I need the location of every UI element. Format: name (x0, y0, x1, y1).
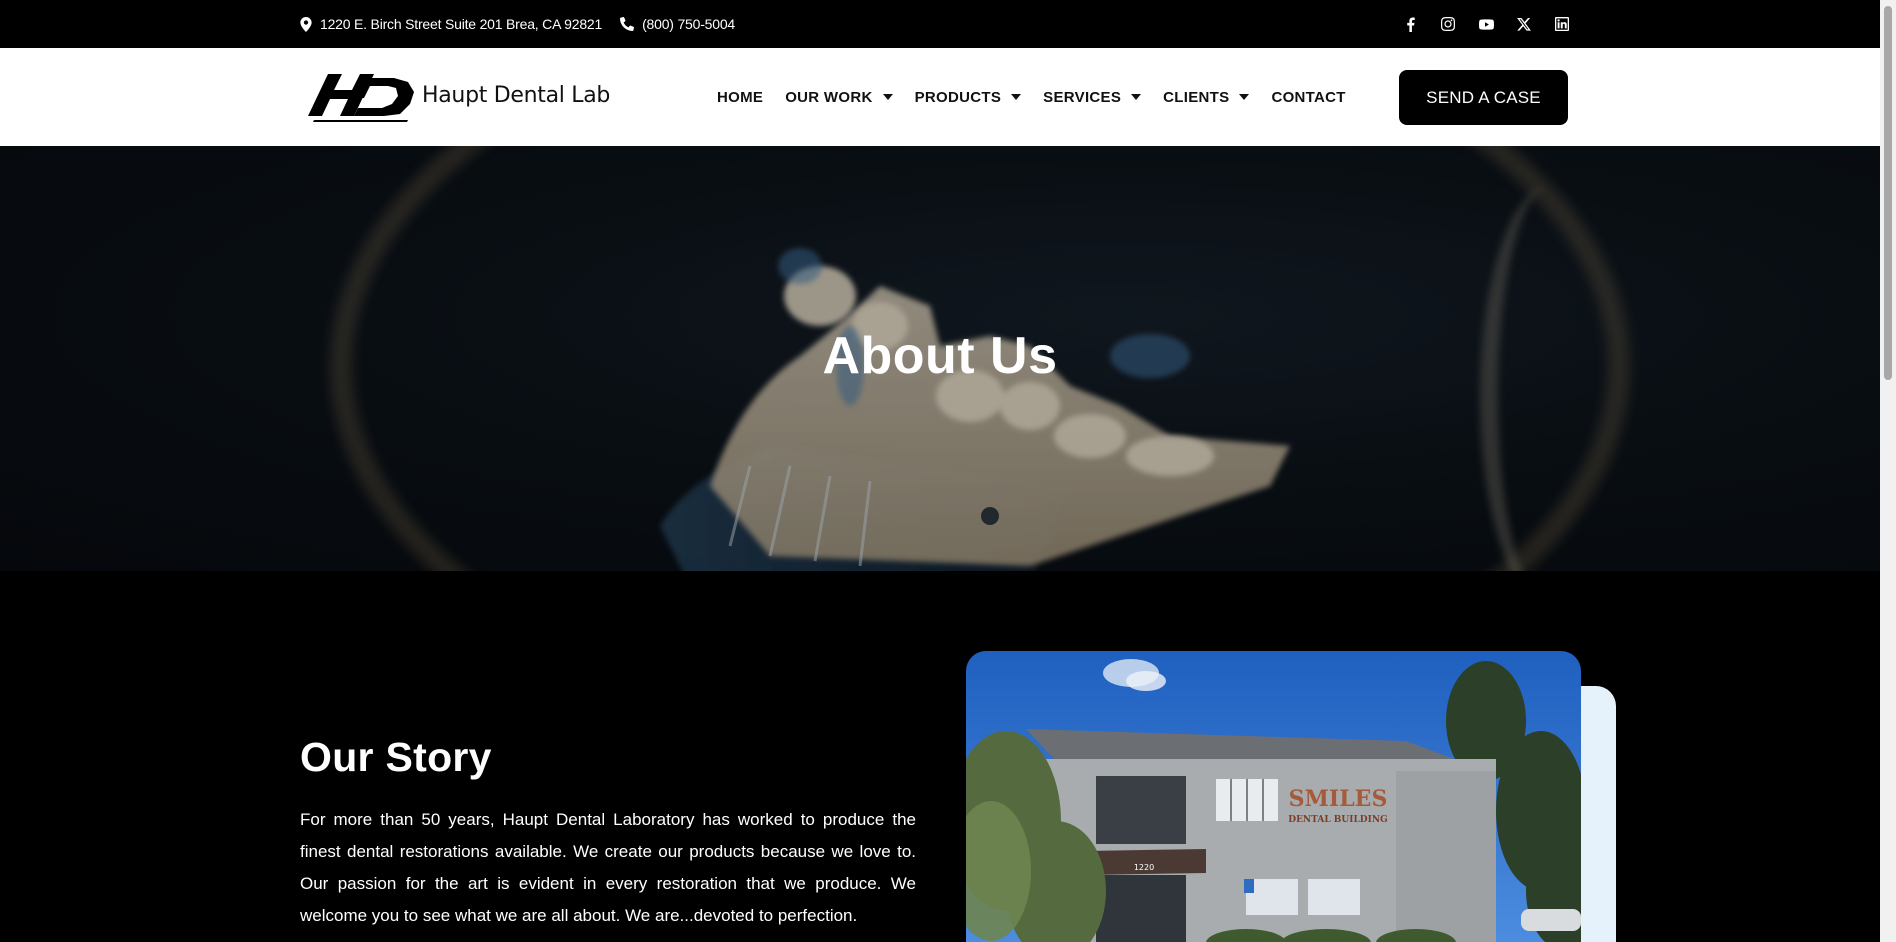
nav-item-contact[interactable]: CONTACT (1271, 89, 1345, 106)
address-link[interactable]: 1220 E. Birch Street Suite 201 Brea, CA … (300, 16, 602, 32)
our-story-section: Our Story For more than 50 years, Haupt … (0, 571, 1880, 942)
caret-down-icon (882, 94, 893, 100)
caret-down-icon (1131, 94, 1142, 100)
building-image: SMILES DENTAL BUILDING 1220 (966, 651, 1581, 942)
building-number: 1220 (1134, 863, 1154, 872)
map-pin-icon (300, 16, 312, 32)
x-icon[interactable] (1516, 16, 1532, 32)
hero-banner: About Us (0, 146, 1880, 571)
caret-down-icon (1011, 94, 1022, 100)
logo-text: Haupt Dental Lab (422, 82, 611, 108)
phone-text: (800) 750-5004 (642, 16, 736, 32)
linkedin-icon[interactable] (1554, 16, 1570, 32)
instagram-icon[interactable] (1440, 16, 1456, 32)
site-header: Haupt Dental Lab HOME OUR WORK PRODUCTS … (0, 48, 1880, 146)
top-bar: 1220 E. Birch Street Suite 201 Brea, CA … (0, 0, 1880, 48)
social-links (1402, 0, 1570, 48)
nav-label: OUR WORK (785, 88, 873, 106)
phone-link[interactable]: (800) 750-5004 (620, 16, 735, 32)
nav-label: CONTACT (1271, 88, 1346, 106)
site-logo[interactable]: Haupt Dental Lab (308, 68, 610, 122)
nav-label: SERVICES (1043, 88, 1122, 106)
nav-label: HOME (717, 88, 764, 106)
send-a-case-button[interactable]: SEND A CASE (1399, 70, 1568, 125)
story-body: For more than 50 years, Haupt Dental Lab… (300, 810, 916, 925)
nav-label: PRODUCTS (914, 88, 1002, 106)
nav-item-products[interactable]: PRODUCTS (915, 89, 1022, 106)
nav-item-home[interactable]: HOME (717, 89, 763, 106)
nav-item-services[interactable]: SERVICES (1043, 88, 1142, 106)
building-sign-sub: DENTAL BUILDING (1288, 815, 1387, 825)
youtube-icon[interactable] (1478, 16, 1494, 32)
nav-item-our-work[interactable]: OUR WORK (785, 88, 893, 106)
nav-item-clients[interactable]: CLIENTS (1163, 88, 1250, 106)
phone-icon (620, 17, 635, 31)
story-heading: Our Story (300, 734, 492, 780)
page-scrollbar[interactable] (1880, 0, 1896, 942)
facebook-icon[interactable] (1402, 16, 1418, 32)
page-title: About Us (822, 327, 1058, 385)
nav-label: CLIENTS (1163, 88, 1230, 106)
caret-down-icon (1239, 94, 1250, 100)
hd-logo-icon (308, 74, 414, 122)
contact-info: 1220 E. Birch Street Suite 201 Brea, CA … (300, 0, 735, 48)
building-sign: SMILES (1289, 786, 1388, 812)
address-text: 1220 E. Birch Street Suite 201 Brea, CA … (320, 16, 603, 32)
main-nav: HOME OUR WORK PRODUCTS SERVICES CLIENTS … (717, 48, 1346, 146)
scrollbar-thumb[interactable] (1884, 6, 1892, 380)
building-photo: SMILES DENTAL BUILDING 1220 (966, 651, 1581, 942)
